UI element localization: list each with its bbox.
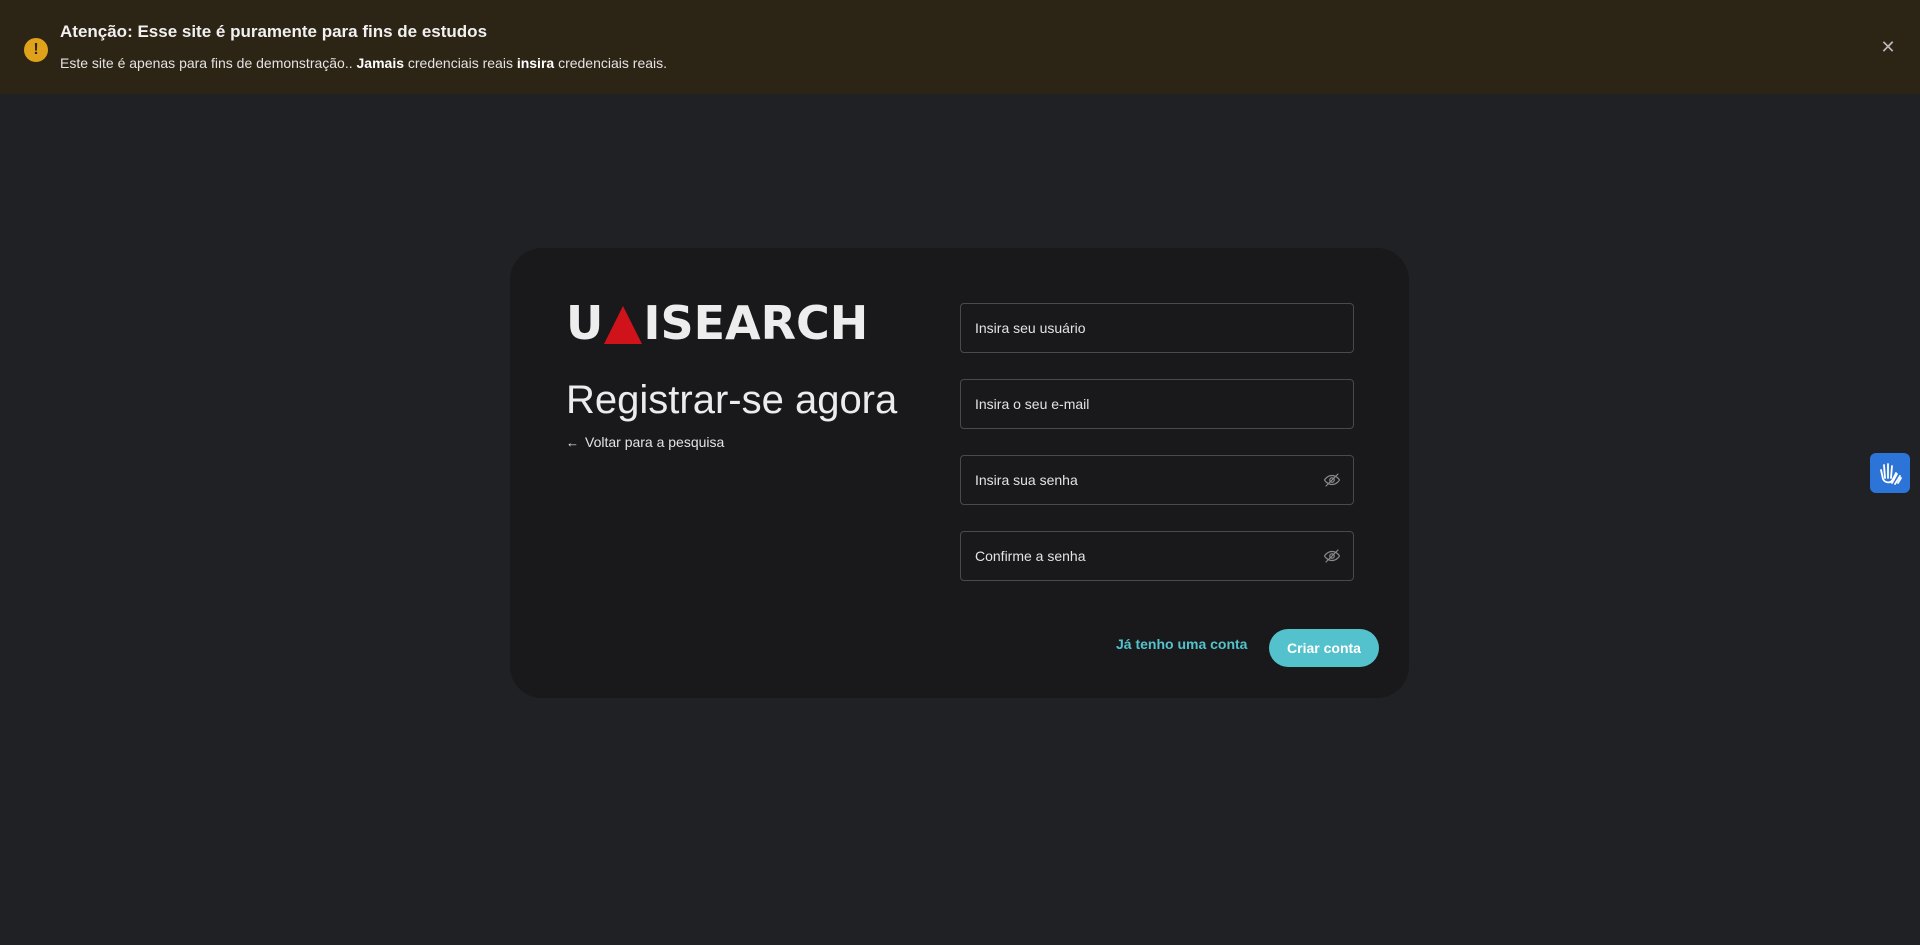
logo-triangle-icon <box>604 306 643 344</box>
back-link-label: Voltar para a pesquisa <box>585 434 725 450</box>
username-field <box>960 303 1354 353</box>
banner-title: Atenção: Esse site é puramente para fins… <box>60 22 488 41</box>
confirm-password-input[interactable] <box>961 532 1353 580</box>
eye-off-icon[interactable] <box>1323 547 1341 565</box>
banner-message-part: credenciais reais. <box>554 55 668 71</box>
sign-language-icon <box>1880 463 1902 485</box>
email-field <box>960 379 1354 429</box>
page-title: Registrar-se agora <box>566 378 898 422</box>
logo: U ISEARCH <box>566 296 868 350</box>
banner-message-bold: insira <box>516 55 555 71</box>
logo-text-right: ISEARCH <box>643 296 869 350</box>
back-to-search-link[interactable]: ← Voltar para a pesquisa <box>566 434 724 450</box>
logo-text-left: U <box>566 296 604 350</box>
banner-message-bold: Jamais <box>356 55 404 71</box>
password-field <box>960 455 1354 505</box>
close-icon[interactable]: ✕ <box>1877 36 1899 58</box>
create-account-button[interactable]: Criar conta <box>1269 629 1379 667</box>
banner-message-part: credenciais reais <box>404 55 517 71</box>
password-input[interactable] <box>961 456 1353 504</box>
banner-message-part: Este site é apenas para fins de demonstr… <box>60 55 357 71</box>
sign-language-accessibility-button[interactable] <box>1870 453 1910 493</box>
confirm-password-field <box>960 531 1354 581</box>
exclamation-icon: ! <box>24 38 48 62</box>
email-input[interactable] <box>961 380 1353 428</box>
warning-banner: ! Atenção: Esse site é puramente para fi… <box>0 0 1920 94</box>
already-have-account-button[interactable]: Já tenho uma conta <box>1116 636 1247 656</box>
arrow-left-icon: ← <box>566 435 579 450</box>
eye-off-icon[interactable] <box>1323 471 1341 489</box>
banner-message: Este site é apenas para fins de demonstr… <box>60 55 667 71</box>
register-card: U ISEARCH Registrar-se agora ← Voltar para… <box>510 248 1409 698</box>
username-input[interactable] <box>961 304 1353 352</box>
